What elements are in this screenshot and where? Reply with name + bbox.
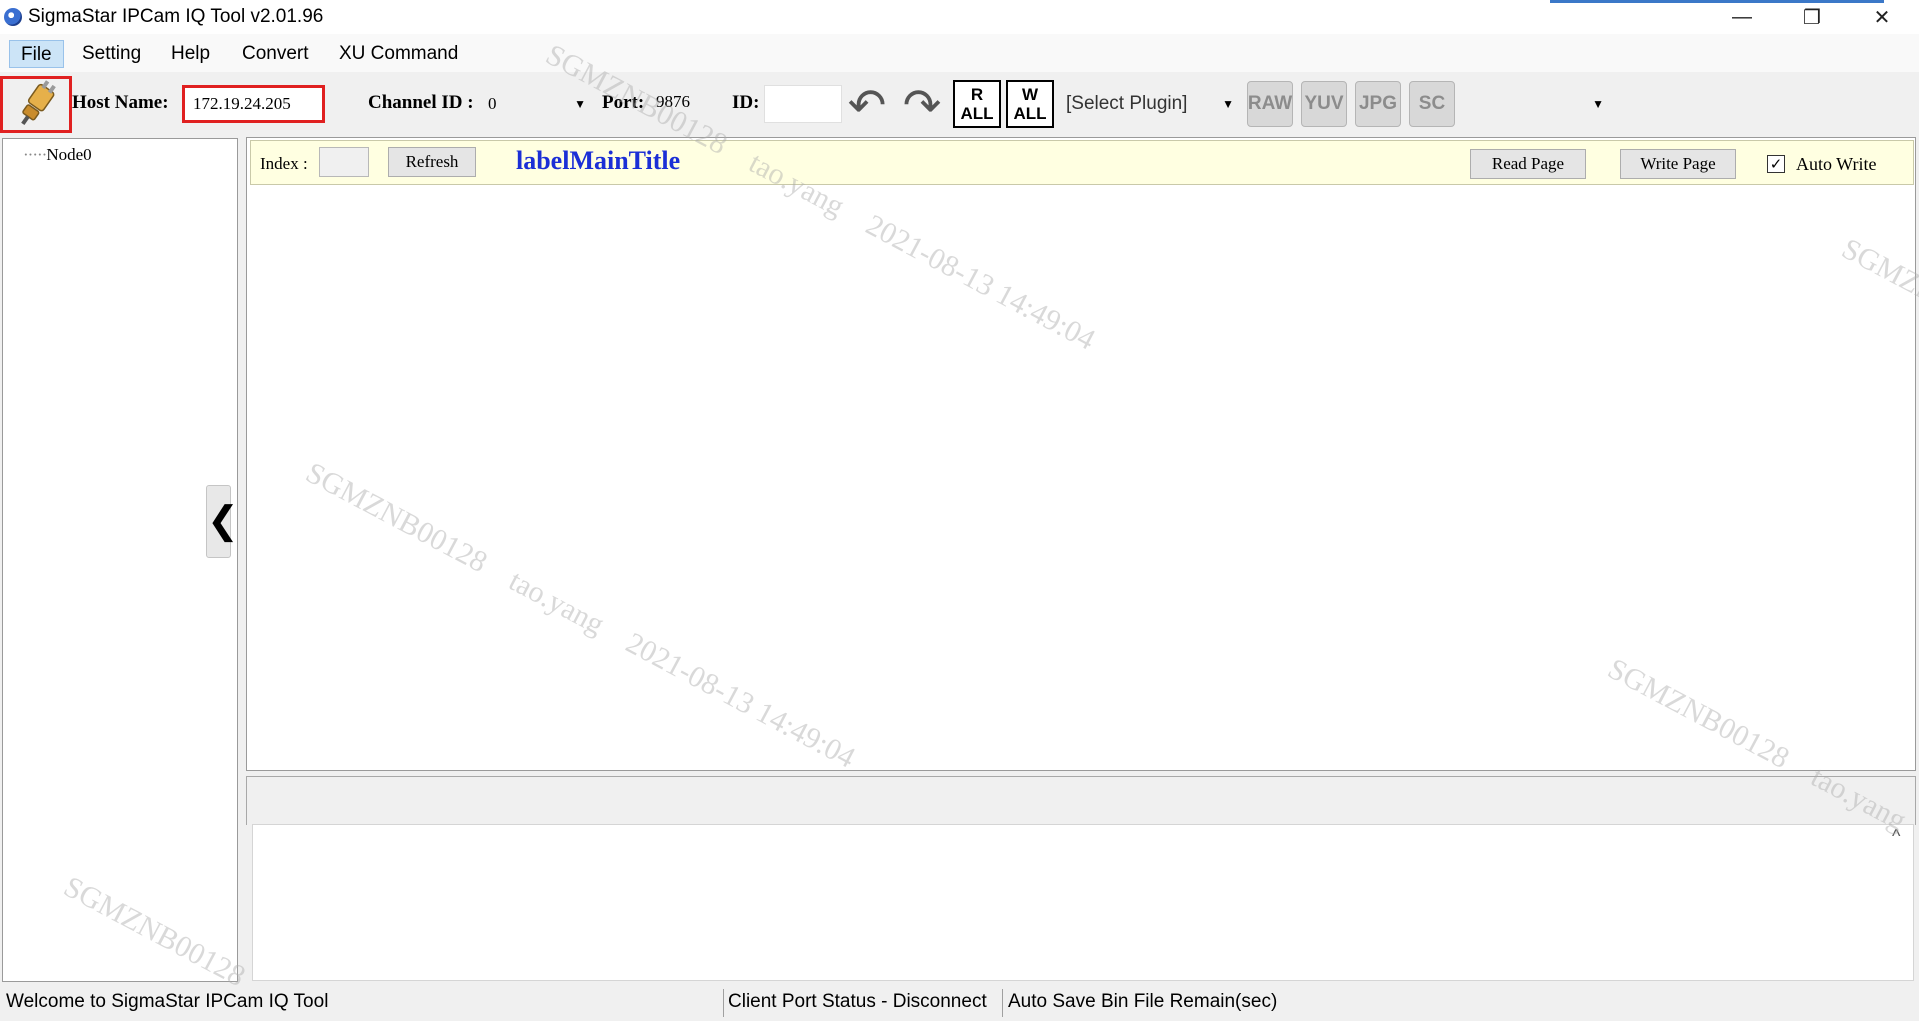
status-client-port: Client Port Status - Disconnect bbox=[728, 991, 987, 1012]
channel-id-label: Channel ID : bbox=[368, 92, 474, 113]
tree-connector: ····· bbox=[23, 145, 47, 164]
index-input[interactable] bbox=[319, 147, 369, 177]
host-name-label: Host Name: bbox=[72, 92, 169, 113]
tree-node[interactable]: ·····Node0 bbox=[23, 145, 92, 165]
sc-icon[interactable]: SC bbox=[1409, 81, 1455, 127]
menu-bar: File Setting Help Convert XU Command bbox=[0, 34, 1919, 72]
output-header bbox=[246, 776, 1916, 825]
menu-xu-command[interactable]: XU Command bbox=[328, 40, 469, 68]
scroll-up-icon[interactable]: ^ bbox=[1892, 826, 1900, 847]
refresh-button[interactable]: Refresh bbox=[388, 147, 476, 177]
raw-icon[interactable]: RAW bbox=[1247, 81, 1293, 127]
id-input[interactable] bbox=[764, 85, 842, 123]
index-label: Index : bbox=[260, 154, 308, 173]
status-divider bbox=[1002, 989, 1003, 1017]
redo-icon[interactable]: ↷ bbox=[898, 79, 946, 131]
channel-id-select[interactable]: 0 ▼ bbox=[480, 86, 592, 122]
plugin-select[interactable]: [Select Plugin] ▼ bbox=[1062, 86, 1240, 122]
node-tree: ·····Node0 bbox=[2, 138, 238, 982]
status-divider bbox=[723, 989, 724, 1017]
undo-icon[interactable]: ↶ bbox=[843, 79, 891, 131]
close-button[interactable]: ✕ bbox=[1856, 0, 1908, 34]
read-all-top: R bbox=[970, 85, 984, 104]
chevron-down-icon: ▼ bbox=[1592, 97, 1604, 111]
write-all-top: W bbox=[1021, 85, 1039, 104]
write-page-button[interactable]: Write Page bbox=[1620, 149, 1736, 179]
menu-setting[interactable]: Setting bbox=[71, 40, 152, 68]
write-all-bottom: ALL bbox=[1013, 104, 1047, 123]
collapse-panel-button[interactable]: ❮ bbox=[206, 485, 239, 558]
read-all-button[interactable]: R ALL bbox=[953, 80, 1001, 128]
restore-button[interactable]: ❐ bbox=[1786, 0, 1838, 34]
plugin-select-value: [Select Plugin] bbox=[1066, 93, 1188, 114]
menu-help[interactable]: Help bbox=[160, 40, 221, 68]
tree-node-label: Node0 bbox=[46, 145, 92, 164]
status-welcome: Welcome to SigmaStar IPCam IQ Tool bbox=[6, 991, 329, 1012]
channel-id-value: 0 bbox=[488, 94, 497, 113]
write-all-button[interactable]: W ALL bbox=[1006, 80, 1054, 128]
jpg-icon[interactable]: JPG bbox=[1355, 81, 1401, 127]
status-auto-save: Auto Save Bin File Remain(sec) bbox=[1008, 991, 1278, 1012]
host-name-input[interactable]: 172.19.24.205 bbox=[182, 85, 325, 123]
read-all-bottom: ALL bbox=[960, 104, 994, 123]
connect-button[interactable] bbox=[0, 76, 72, 133]
app-icon bbox=[4, 8, 22, 26]
auto-write-label: Auto Write bbox=[1796, 154, 1877, 174]
extra-select[interactable]: ▼ bbox=[1460, 86, 1610, 122]
page-title: labelMainTitle bbox=[516, 146, 681, 175]
port-input[interactable]: 9876 bbox=[648, 86, 714, 122]
output-log[interactable] bbox=[252, 824, 1914, 981]
minimize-button[interactable]: — bbox=[1716, 0, 1768, 34]
window-title: SigmaStar IPCam IQ Tool v2.01.96 bbox=[28, 6, 324, 27]
main-panel bbox=[246, 137, 1916, 771]
auto-write-checkbox[interactable]: ✓ bbox=[1767, 155, 1785, 173]
plug-icon bbox=[21, 80, 56, 125]
id-label: ID: bbox=[732, 92, 760, 113]
status-bar: Welcome to SigmaStar IPCam IQ Tool Clien… bbox=[0, 985, 1919, 1021]
chevron-down-icon: ▼ bbox=[1222, 97, 1234, 111]
chevron-down-icon: ▼ bbox=[574, 97, 586, 111]
yuv-icon[interactable]: YUV bbox=[1301, 81, 1347, 127]
menu-convert[interactable]: Convert bbox=[231, 40, 320, 68]
read-page-button[interactable]: Read Page bbox=[1470, 149, 1586, 179]
menu-file[interactable]: File bbox=[9, 40, 64, 68]
port-label: Port: bbox=[602, 92, 645, 113]
